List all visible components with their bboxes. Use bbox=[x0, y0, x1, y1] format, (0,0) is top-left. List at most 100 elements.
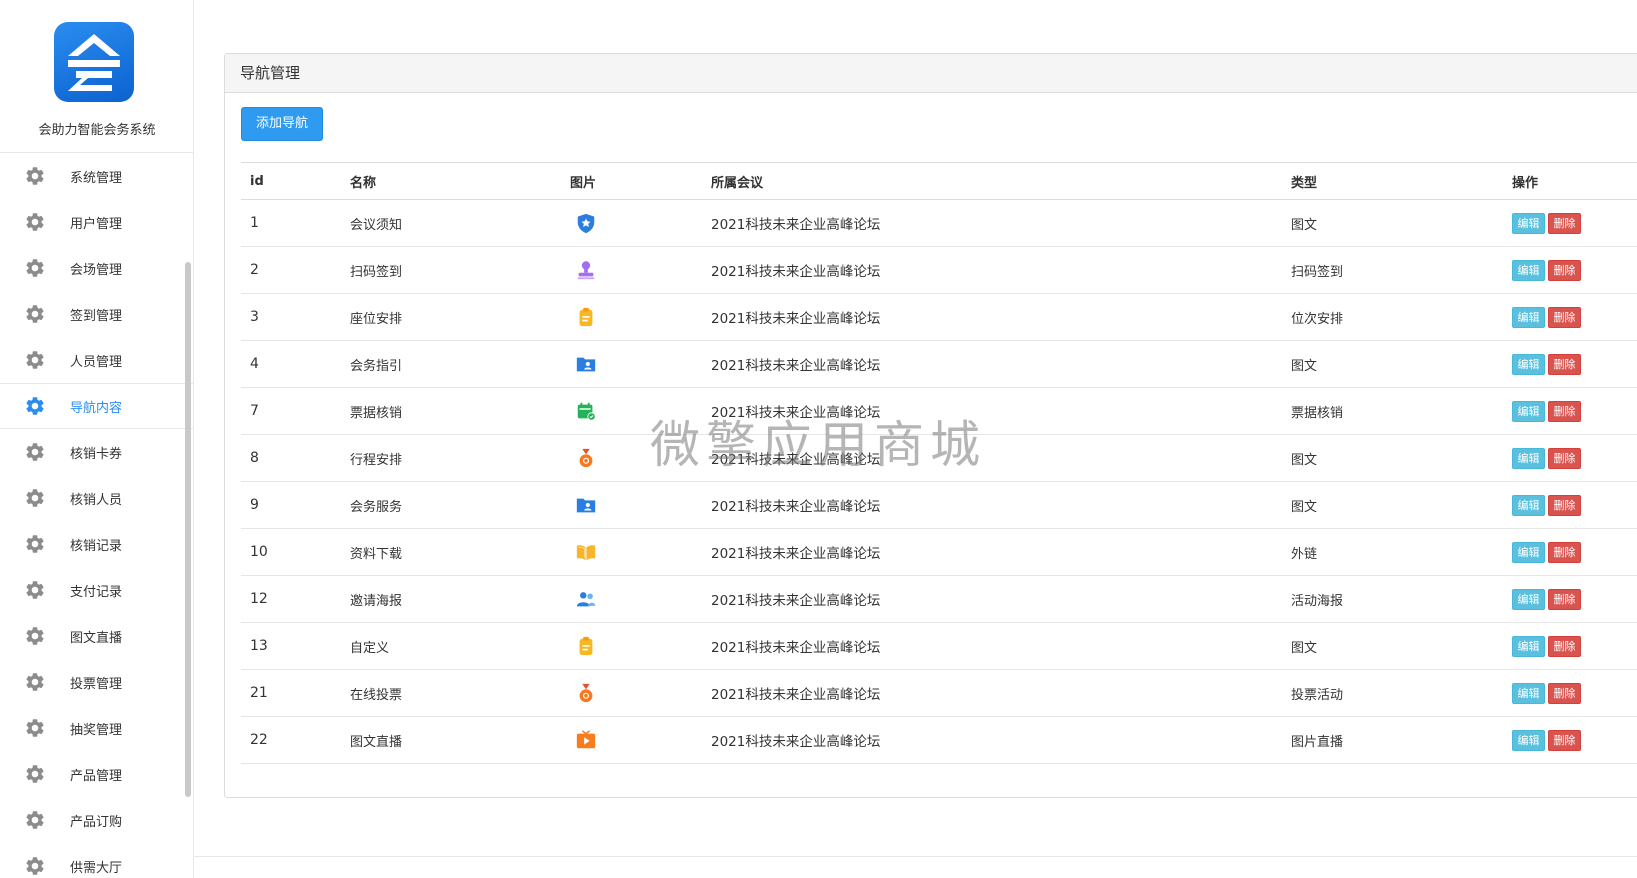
cell-conference: 2021科技未来企业高峰论坛 bbox=[702, 669, 1282, 717]
sidebar-item-6[interactable]: 核销卡券 bbox=[0, 429, 193, 475]
sidebar-item-4[interactable]: 人员管理 bbox=[0, 337, 193, 383]
table-row: 1 会议须知 2021科技未来企业高峰论坛 图文 编辑 删除 bbox=[241, 199, 1637, 247]
cell-conference: 2021科技未来企业高峰论坛 bbox=[702, 246, 1282, 294]
delete-button[interactable]: 删除 bbox=[1548, 212, 1581, 234]
sidebar-item-1[interactable]: 用户管理 bbox=[0, 199, 193, 245]
gear-icon bbox=[24, 579, 70, 601]
sidebar-item-2[interactable]: 会场管理 bbox=[0, 245, 193, 291]
cell-name: 会务服务 bbox=[341, 481, 561, 529]
sidebar-item-label: 系统管理 bbox=[70, 170, 123, 186]
edit-button[interactable]: 编辑 bbox=[1512, 306, 1545, 328]
edit-button[interactable]: 编辑 bbox=[1512, 353, 1545, 375]
table-row: 22 图文直播 2021科技未来企业高峰论坛 图片直播 编辑 删除 bbox=[241, 716, 1637, 764]
app-logo[interactable] bbox=[54, 22, 134, 102]
cell-id: 22 bbox=[241, 716, 341, 764]
sidebar-item-0[interactable]: 系统管理 bbox=[0, 153, 193, 199]
sidebar-item-15[interactable]: 供需大厅 bbox=[0, 843, 193, 878]
edit-button[interactable]: 编辑 bbox=[1512, 400, 1545, 422]
cell-type: 图文 bbox=[1282, 340, 1503, 388]
table-row: 9 会务服务 2021科技未来企业高峰论坛 图文 编辑 删除 bbox=[241, 481, 1637, 529]
edit-button[interactable]: 编辑 bbox=[1512, 212, 1545, 234]
gear-icon bbox=[24, 717, 70, 739]
table-header-row: id 名称 图片 所属会议 类型 操作 bbox=[241, 162, 1637, 200]
cell-actions: 编辑 删除 bbox=[1503, 716, 1637, 764]
table-row: 12 邀请海报 2021科技未来企业高峰论坛 活动海报 编辑 删除 bbox=[241, 575, 1637, 623]
clipboard-icon bbox=[570, 636, 597, 656]
shield-star-icon bbox=[570, 213, 597, 234]
sidebar-item-label: 核销人员 bbox=[70, 492, 123, 508]
delete-button[interactable]: 删除 bbox=[1548, 447, 1581, 469]
sidebar-item-9[interactable]: 支付记录 bbox=[0, 567, 193, 613]
edit-button[interactable]: 编辑 bbox=[1512, 447, 1545, 469]
gear-icon bbox=[24, 395, 70, 417]
cell-conference: 2021科技未来企业高峰论坛 bbox=[702, 575, 1282, 623]
cell-image bbox=[561, 246, 702, 294]
table-row: 10 资料下载 2021科技未来企业高峰论坛 外链 编辑 删除 bbox=[241, 528, 1637, 576]
cell-actions: 编辑 删除 bbox=[1503, 481, 1637, 529]
calendar-check-icon bbox=[570, 402, 597, 421]
gear-icon bbox=[24, 855, 70, 877]
medal-icon bbox=[570, 448, 597, 468]
sidebar-scrollbar[interactable] bbox=[185, 262, 191, 797]
col-header-image: 图片 bbox=[561, 162, 702, 200]
edit-button[interactable]: 编辑 bbox=[1512, 259, 1545, 281]
sidebar-item-7[interactable]: 核销人员 bbox=[0, 475, 193, 521]
delete-button[interactable]: 删除 bbox=[1548, 353, 1581, 375]
delete-button[interactable]: 删除 bbox=[1548, 635, 1581, 657]
cell-conference: 2021科技未来企业高峰论坛 bbox=[702, 340, 1282, 388]
cell-type: 活动海报 bbox=[1282, 575, 1503, 623]
edit-button[interactable]: 编辑 bbox=[1512, 729, 1545, 751]
sidebar-item-label: 供需大厅 bbox=[70, 860, 123, 876]
add-nav-button[interactable]: 添加导航 bbox=[241, 107, 323, 141]
cell-actions: 编辑 删除 bbox=[1503, 669, 1637, 717]
delete-button[interactable]: 删除 bbox=[1548, 494, 1581, 516]
edit-button[interactable]: 编辑 bbox=[1512, 494, 1545, 516]
table-row: 3 座位安排 2021科技未来企业高峰论坛 位次安排 编辑 删除 bbox=[241, 293, 1637, 341]
sidebar-item-label: 导航内容 bbox=[70, 400, 123, 416]
sidebar-item-3[interactable]: 签到管理 bbox=[0, 291, 193, 337]
sidebar-item-13[interactable]: 产品管理 bbox=[0, 751, 193, 797]
cell-type: 位次安排 bbox=[1282, 293, 1503, 341]
cell-conference: 2021科技未来企业高峰论坛 bbox=[702, 528, 1282, 576]
cell-name: 自定义 bbox=[341, 622, 561, 670]
cell-id: 3 bbox=[241, 293, 341, 341]
delete-button[interactable]: 删除 bbox=[1548, 541, 1581, 563]
gear-icon bbox=[24, 533, 70, 555]
sidebar-item-10[interactable]: 图文直播 bbox=[0, 613, 193, 659]
edit-button[interactable]: 编辑 bbox=[1512, 635, 1545, 657]
cell-image bbox=[561, 293, 702, 341]
book-icon bbox=[570, 545, 597, 561]
sidebar-item-14[interactable]: 产品订购 bbox=[0, 797, 193, 843]
delete-button[interactable]: 删除 bbox=[1548, 400, 1581, 422]
delete-button[interactable]: 删除 bbox=[1548, 259, 1581, 281]
cell-conference: 2021科技未来企业高峰论坛 bbox=[702, 481, 1282, 529]
sidebar-item-11[interactable]: 投票管理 bbox=[0, 659, 193, 705]
cell-image bbox=[561, 387, 702, 435]
gear-icon bbox=[24, 349, 70, 371]
cell-image bbox=[561, 716, 702, 764]
delete-button[interactable]: 删除 bbox=[1548, 729, 1581, 751]
gear-icon bbox=[24, 211, 70, 233]
cell-id: 12 bbox=[241, 575, 341, 623]
sidebar-item-5[interactable]: 导航内容 bbox=[0, 383, 193, 429]
delete-button[interactable]: 删除 bbox=[1548, 682, 1581, 704]
delete-button[interactable]: 删除 bbox=[1548, 588, 1581, 610]
sidebar-item-label: 产品订购 bbox=[70, 814, 123, 830]
clipboard-icon bbox=[570, 307, 597, 327]
cell-id: 13 bbox=[241, 622, 341, 670]
sidebar-item-8[interactable]: 核销记录 bbox=[0, 521, 193, 567]
sidebar-item-12[interactable]: 抽奖管理 bbox=[0, 705, 193, 751]
edit-button[interactable]: 编辑 bbox=[1512, 588, 1545, 610]
gear-icon bbox=[24, 671, 70, 693]
cell-conference: 2021科技未来企业高峰论坛 bbox=[702, 622, 1282, 670]
edit-button[interactable]: 编辑 bbox=[1512, 682, 1545, 704]
app-name: 会助力智能会务系统 bbox=[38, 123, 156, 138]
cell-actions: 编辑 删除 bbox=[1503, 575, 1637, 623]
delete-button[interactable]: 删除 bbox=[1548, 306, 1581, 328]
cell-type: 投票活动 bbox=[1282, 669, 1503, 717]
cell-id: 4 bbox=[241, 340, 341, 388]
col-header-action: 操作 bbox=[1503, 162, 1637, 200]
cell-id: 21 bbox=[241, 669, 341, 717]
edit-button[interactable]: 编辑 bbox=[1512, 541, 1545, 563]
cell-name: 图文直播 bbox=[341, 716, 561, 764]
